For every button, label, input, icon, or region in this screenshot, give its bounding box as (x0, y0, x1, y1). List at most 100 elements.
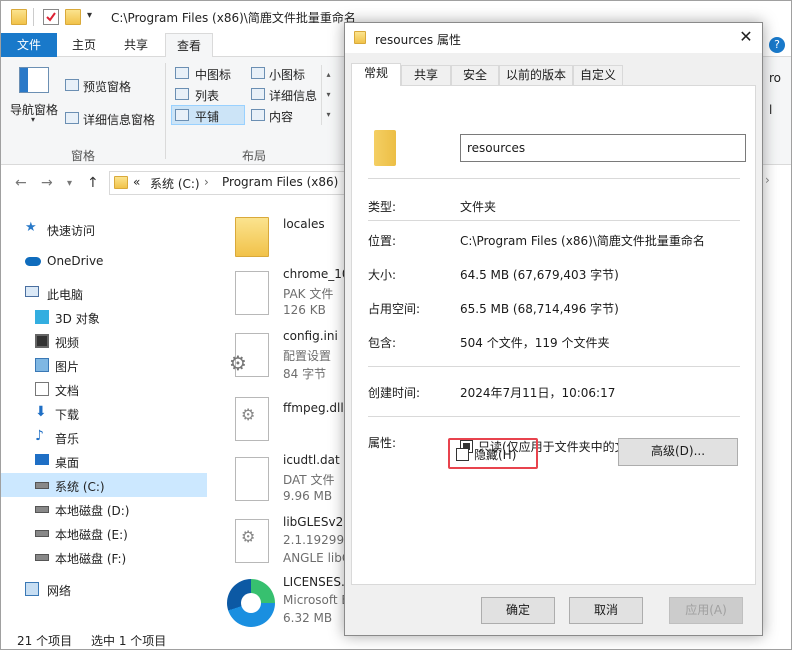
tab-share[interactable]: 共享 (113, 33, 159, 57)
new-folder-icon[interactable] (65, 9, 81, 25)
content-option[interactable]: 内容 (269, 108, 293, 125)
file-name: LICENSES.c (283, 575, 352, 589)
address-overflow[interactable]: « (133, 175, 140, 189)
file-size: 84 字节 (283, 367, 327, 381)
file-type: Microsoft E (283, 593, 350, 607)
tab-view[interactable]: 查看 (165, 33, 213, 58)
breadcrumb-folder[interactable]: Program Files (x86) (222, 175, 338, 189)
nav-label: 网络 (47, 584, 72, 598)
details-pane-button[interactable]: 详细信息窗格 (83, 111, 155, 128)
nav-label: 系统 (C:) (55, 480, 105, 494)
drive-icon (35, 482, 49, 489)
layout-scroll[interactable]: ▴ ▾ ▾ (321, 65, 335, 125)
tab-security[interactable]: 安全 (451, 65, 499, 85)
back-arrow-icon[interactable]: ← (15, 175, 27, 191)
small-icons-icon (251, 67, 265, 79)
tab-file[interactable]: 文件 (1, 33, 57, 57)
gear-icon: ⚙ (229, 351, 247, 375)
folder-name-input[interactable] (460, 134, 746, 162)
file-icon (235, 271, 269, 315)
details-icon (251, 88, 265, 100)
file-item-pak[interactable]: chrome_10 PAK 文件 126 KB (221, 267, 351, 327)
cube-icon (35, 310, 49, 324)
recent-locations-icon[interactable]: ▾ (67, 178, 72, 189)
details-pane-icon (65, 112, 79, 124)
nav-system-c[interactable]: 系统 (C:) (1, 473, 207, 497)
hidden-label[interactable]: 隐藏(H) (474, 446, 516, 463)
contains-label: 包含: (368, 336, 397, 350)
file-item-icudtl[interactable]: icudtl.dat DAT 文件 9.96 MB (221, 453, 351, 513)
list-option[interactable]: 列表 (195, 87, 219, 104)
medium-icons-option[interactable]: 中图标 (195, 66, 231, 83)
pane-fill (20, 68, 28, 92)
nav-drive-f[interactable]: 本地磁盘 (F:) (1, 545, 207, 569)
folder-icon (354, 31, 366, 44)
nav-drive-e[interactable]: 本地磁盘 (E:) (1, 521, 207, 545)
navigation-pane-icon[interactable] (19, 67, 49, 93)
nav-videos[interactable]: 视频 (1, 329, 207, 353)
search-edge[interactable]: › (765, 173, 770, 187)
file-item-libgles[interactable]: ⚙ libGLESv2. 2.1.19299.0 ANGLE libG (221, 515, 356, 575)
ok-button[interactable]: 确定 (481, 597, 555, 624)
forward-arrow-icon[interactable]: → (41, 175, 53, 191)
advanced-button[interactable]: 高级(D)... (618, 438, 738, 466)
nav-quick-access[interactable]: ★ 快速访问 (1, 217, 207, 241)
nav-network[interactable]: 网络 (1, 577, 207, 601)
nav-drive-d[interactable]: 本地磁盘 (D:) (1, 497, 207, 521)
tab-home[interactable]: 主页 (61, 33, 107, 57)
file-item-config[interactable]: ⚙ config.ini 配置设置 84 字节 (221, 329, 351, 389)
desktop-icon (35, 454, 49, 465)
divider (368, 220, 740, 221)
tab-customize[interactable]: 自定义 (573, 65, 623, 85)
file-name: locales (283, 217, 325, 231)
divider (368, 366, 740, 367)
tiles-option-label: 平铺 (195, 110, 220, 124)
ribbon-edge-text: l (769, 103, 773, 117)
file-description: ANGLE libG (283, 551, 352, 565)
up-arrow-icon[interactable]: ↑ (87, 175, 99, 191)
nav-label: 本地磁盘 (F:) (55, 552, 127, 566)
hidden-checkbox[interactable] (456, 448, 469, 461)
file-item-locales[interactable]: locales (221, 213, 351, 273)
tab-general[interactable]: 常规 (351, 63, 401, 86)
nav-label: 此电脑 (47, 288, 84, 302)
nav-music[interactable]: ♪ 音乐 (1, 425, 207, 449)
nav-desktop[interactable]: 桌面 (1, 449, 207, 473)
network-icon (25, 582, 39, 596)
size-value: 64.5 MB (67,679,403 字节) (460, 268, 619, 282)
nav-documents[interactable]: 文档 (1, 377, 207, 401)
type-value: 文件夹 (460, 200, 497, 214)
nav-label: 快速访问 (47, 224, 96, 238)
file-type: PAK 文件 (283, 287, 334, 301)
breadcrumb-drive[interactable]: 系统 (C:) (150, 175, 200, 192)
breadcrumb-separator[interactable]: › (204, 175, 209, 189)
nav-downloads[interactable]: ⬇ 下载 (1, 401, 207, 425)
attributes-label: 属性: (368, 436, 397, 450)
customize-quick-access-icon[interactable]: ▾ (87, 10, 92, 21)
dialog-tabs: 常规 共享 安全 以前的版本 自定义 (351, 63, 756, 86)
file-name: chrome_10 (283, 267, 350, 281)
file-item-ffmpeg[interactable]: ⚙ ffmpeg.dll (221, 393, 351, 453)
properties-check-icon[interactable] (43, 9, 59, 25)
file-item-licenses[interactable]: LICENSES.c Microsoft E 6.32 MB (221, 575, 351, 635)
dialog-titlebar: resources 属性 ✕ (345, 23, 762, 53)
nav-pictures[interactable]: 图片 (1, 353, 207, 377)
medium-icons-icon (175, 67, 189, 79)
preview-pane-button[interactable]: 预览窗格 (83, 78, 131, 95)
apply-button[interactable]: 应用(A) (669, 597, 743, 624)
nav-onedrive[interactable]: OneDrive (1, 249, 207, 273)
nav-label: 视频 (55, 336, 80, 350)
tab-sharing[interactable]: 共享 (401, 65, 451, 85)
cancel-button[interactable]: 取消 (569, 597, 643, 624)
star-icon: ★ (25, 220, 37, 235)
small-icons-option[interactable]: 小图标 (269, 66, 305, 83)
tab-previous-versions[interactable]: 以前的版本 (499, 65, 573, 85)
close-icon[interactable]: ✕ (736, 27, 756, 47)
details-option[interactable]: 详细信息 (269, 87, 317, 104)
chevron-down-icon[interactable]: ▾ (31, 115, 35, 124)
nav-label: 3D 对象 (55, 312, 100, 326)
item-count: 21 个项目 (17, 634, 73, 648)
nav-this-pc[interactable]: 此电脑 (1, 281, 207, 305)
help-icon[interactable]: ? (769, 37, 785, 53)
nav-3d-objects[interactable]: 3D 对象 (1, 305, 207, 329)
